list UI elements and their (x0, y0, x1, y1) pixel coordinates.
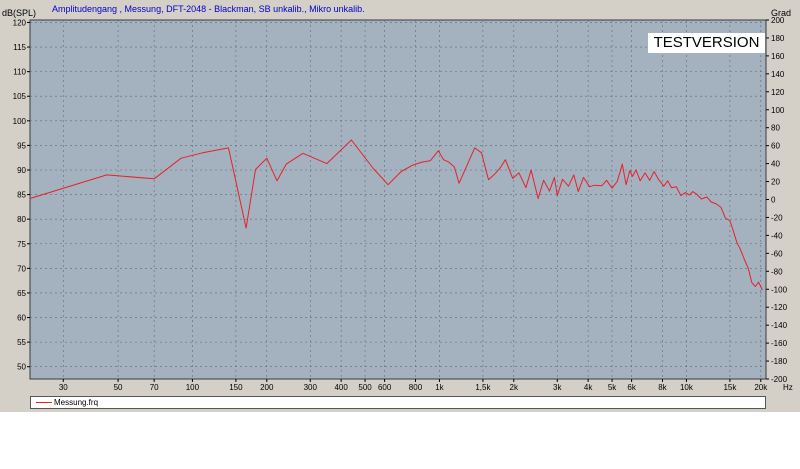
x-axis-ticks: 30 50 70 100 150 200 300 400 500 600 800 1k 1,5k 2k 3k… (59, 379, 793, 392)
x-tick-label: 500 (358, 383, 372, 392)
y-axis-left-ticks: 50 55 60 65 70 75 80 85 90 95 100 105 110 115 120 (13, 18, 30, 372)
plot-svg: 50556065707580859095100105110115120 2001… (13, 16, 793, 392)
y2-tick-label: -160 (771, 339, 788, 348)
x-tick-label: 200 (260, 383, 274, 392)
y-tick-label: 60 (17, 314, 26, 323)
y2-tick-label: 160 (771, 52, 785, 61)
x-tick-label: 150 (229, 383, 243, 392)
testversion-watermark: TESTVERSION (648, 33, 765, 53)
x-tick-label: 5k (608, 383, 617, 392)
x-tick-label: 70 (150, 383, 159, 392)
y-axis-left-label: dB(SPL) (2, 8, 37, 18)
x-tick-label: 1k (435, 383, 444, 392)
y2-tick-label: -140 (771, 321, 788, 330)
y2-tick-label: -40 (771, 231, 783, 240)
y-tick-label: 55 (17, 338, 26, 347)
x-tick-label: 50 (114, 383, 123, 392)
x-tick-label: 2k (510, 383, 519, 392)
y2-tick-label: 60 (771, 142, 780, 151)
legend: Messung.frq (30, 396, 766, 409)
x-tick-label: 600 (378, 383, 392, 392)
y-tick-label: 50 (17, 363, 26, 372)
y-tick-label: 110 (13, 68, 26, 77)
y-axis-right-ticks: 200180160140120100806040200-20-40-60-80-… (766, 16, 788, 384)
x-tick-label: 15k (723, 383, 737, 392)
x-tick-label: 300 (304, 383, 318, 392)
x-tick-label: 20k (754, 383, 768, 392)
x-tick-label: 8k (658, 383, 667, 392)
x-tick-label: 30 (59, 383, 68, 392)
x-tick-label: 1,5k (475, 383, 491, 392)
x-tick-label: 10k (680, 383, 694, 392)
x-tick-label: 100 (186, 383, 200, 392)
y-tick-label: 105 (13, 92, 27, 101)
y2-tick-label: -80 (771, 267, 783, 276)
y-tick-label: 115 (13, 43, 26, 52)
y2-tick-label: 180 (771, 34, 785, 43)
y2-tick-label: 0 (771, 196, 776, 205)
y-tick-label: 90 (17, 166, 26, 175)
y2-tick-label: 20 (771, 178, 780, 187)
legend-label: Messung.frq (54, 398, 99, 407)
y2-tick-label: -120 (771, 303, 788, 312)
y-tick-label: 80 (17, 215, 26, 224)
plot-area (29, 19, 767, 380)
y2-tick-label: 100 (771, 106, 785, 115)
y-axis-right-label: Grad (771, 8, 792, 18)
x-tick-label: 4k (584, 383, 593, 392)
y-tick-label: 95 (17, 141, 26, 150)
y2-tick-label: -20 (771, 213, 783, 222)
y-tick-label: 100 (13, 117, 27, 126)
y-tick-label: 65 (17, 289, 26, 298)
x-tick-label: 6k (627, 383, 636, 392)
y-tick-label: 120 (13, 18, 27, 27)
y-tick-label: 85 (17, 191, 26, 200)
y2-tick-label: -180 (771, 357, 788, 366)
y2-tick-label: 40 (771, 160, 780, 169)
x-tick-label: 800 (409, 383, 423, 392)
x-axis-label: Hz (783, 383, 793, 392)
chart-panel: 50 55 60 65 70 75 80 85 90 95 100 105 110 115 120 200 1… (0, 0, 800, 412)
y2-tick-label: -100 (771, 285, 788, 294)
y2-tick-label: 80 (771, 124, 780, 133)
x-tick-label: 400 (334, 383, 348, 392)
chart-title: Amplitudengang , Messung, DFT-2048 - Bla… (52, 4, 365, 14)
y-tick-label: 70 (17, 264, 26, 273)
y-tick-label: 75 (17, 240, 26, 249)
x-tick-label: 3k (553, 383, 562, 392)
y2-tick-label: 140 (771, 70, 785, 79)
y2-tick-label: -60 (771, 249, 783, 258)
legend-swatch (36, 402, 52, 403)
y2-tick-label: 120 (771, 88, 785, 97)
